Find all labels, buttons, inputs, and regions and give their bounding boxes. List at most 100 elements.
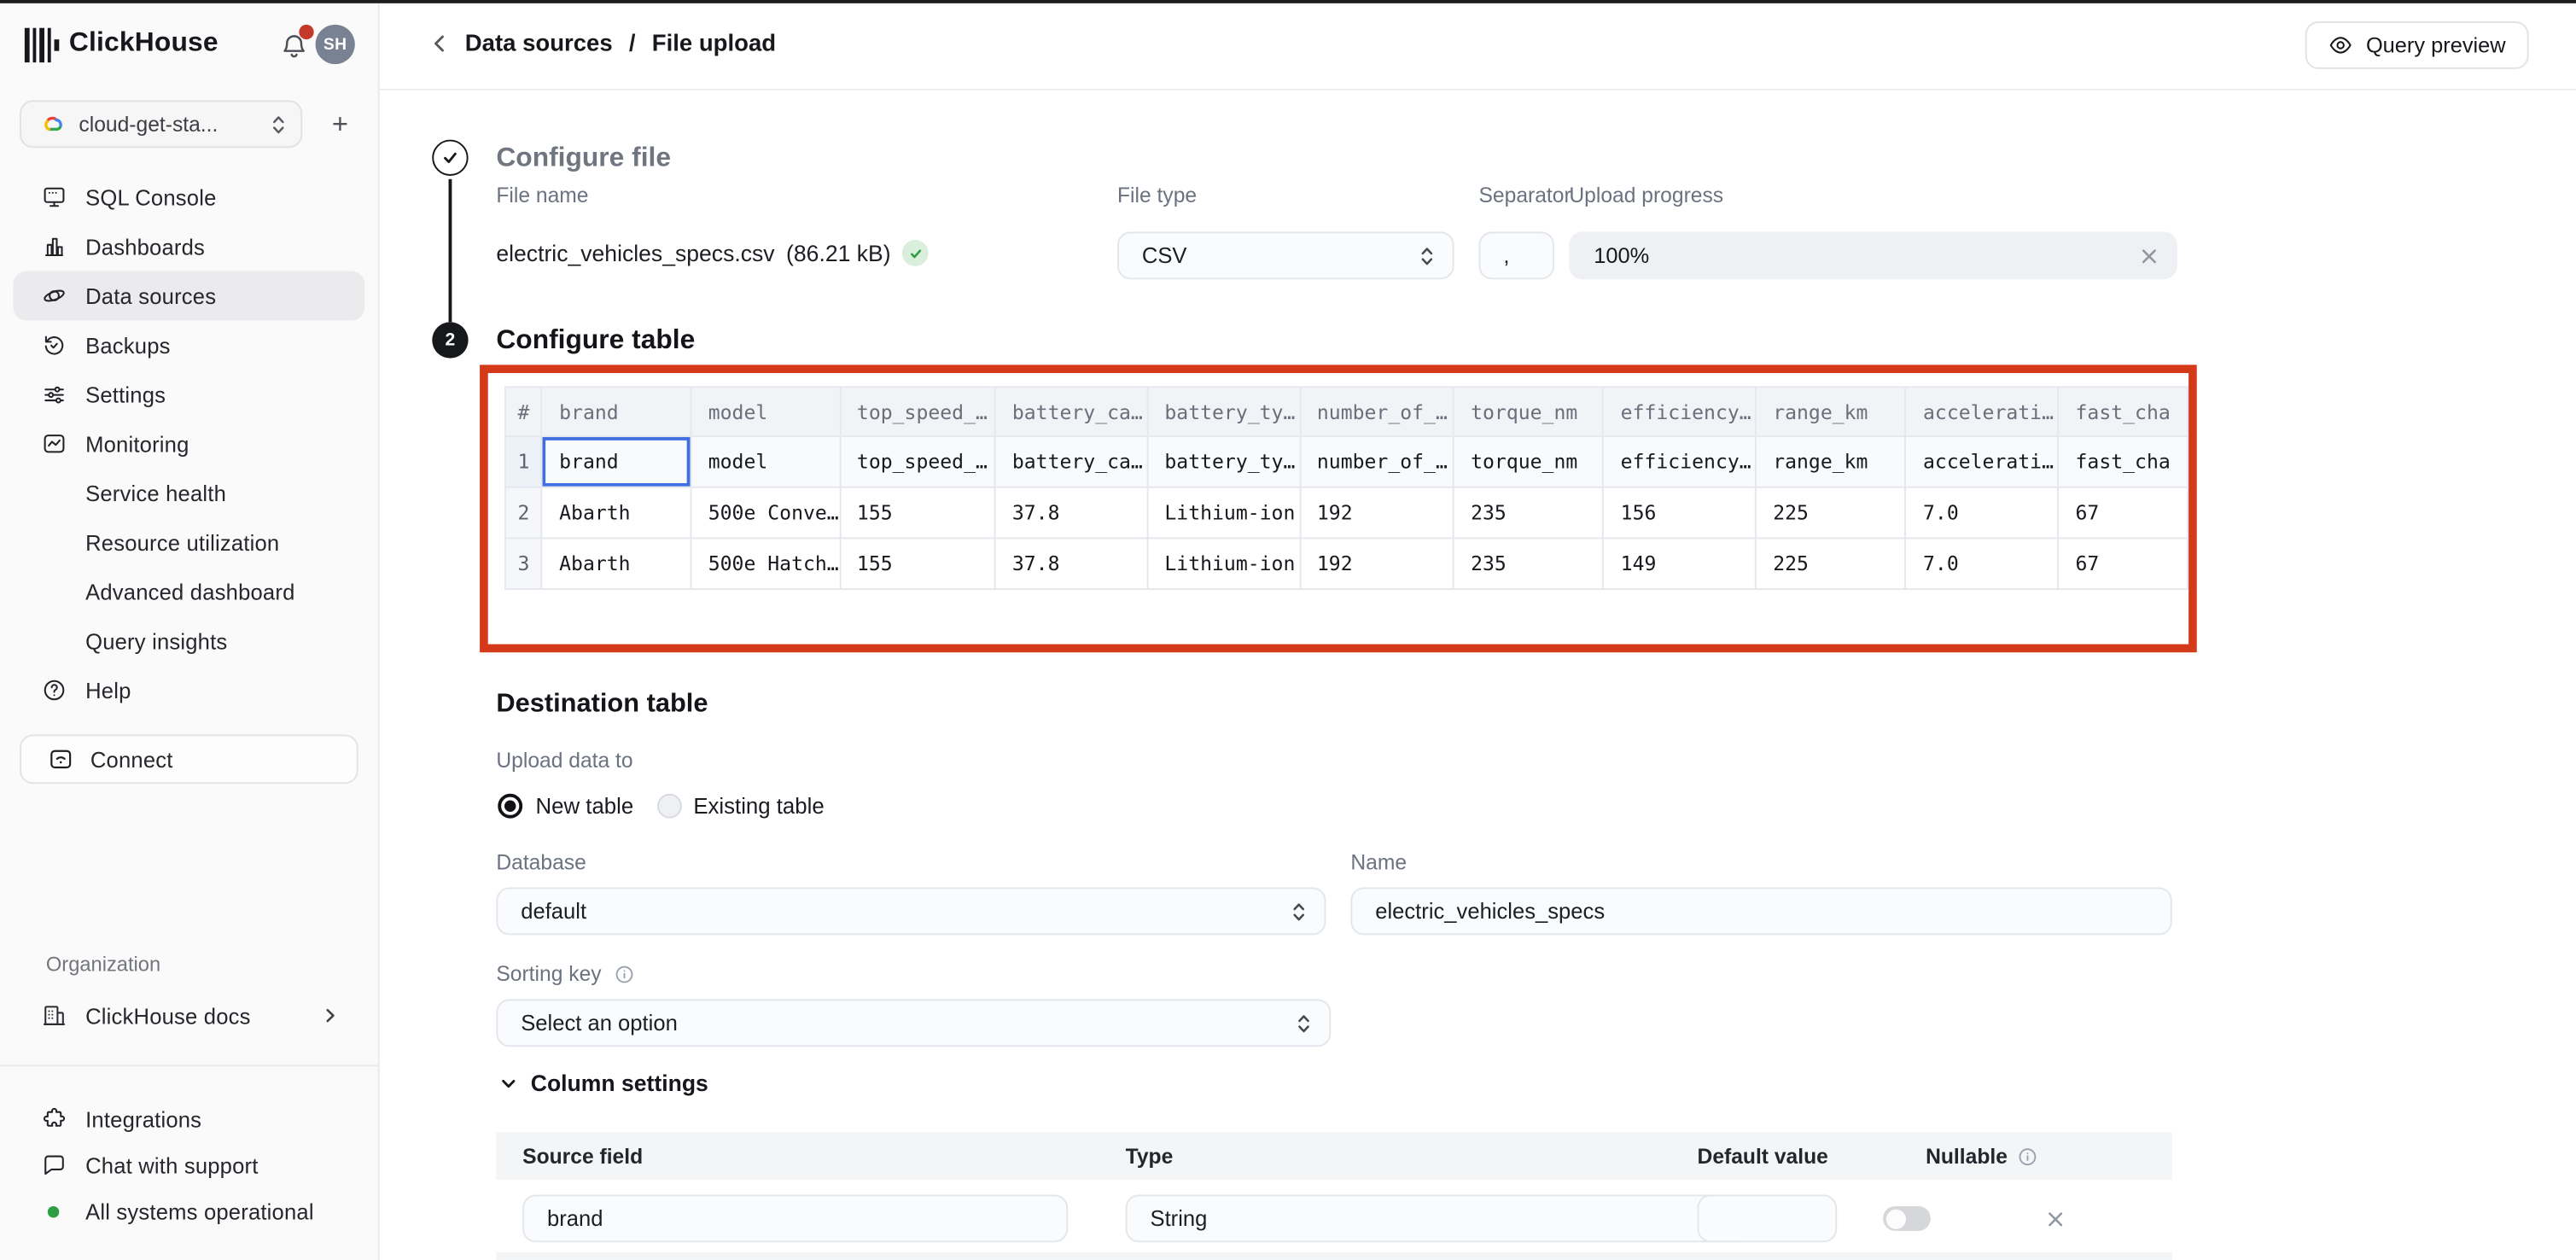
preview-cell[interactable]: range_km — [1756, 436, 1906, 487]
preview-cell[interactable]: 149 — [1603, 538, 1756, 589]
preview-cell[interactable]: 67 — [2058, 487, 2188, 539]
sorting-key-label-row: Sorting key — [496, 961, 634, 986]
preview-cell[interactable]: fast_cha — [2058, 436, 2188, 487]
file-type-select[interactable]: CSV — [1117, 231, 1454, 279]
preview-cell[interactable]: efficiency… — [1603, 436, 1756, 487]
connect-button[interactable]: Connect — [20, 734, 358, 784]
column-settings-toggle[interactable]: Column settings — [499, 1071, 708, 1096]
preview-cell[interactable]: 500e Conve… — [691, 487, 840, 539]
preview-cell[interactable]: accelerati… — [1906, 436, 2059, 487]
notification-dot — [299, 25, 313, 39]
sidebar-item-label: Advanced dashboard — [85, 580, 294, 604]
column-settings-label: Column settings — [531, 1071, 708, 1096]
table-name-value: electric_vehicles_specs — [1375, 899, 1605, 924]
sidebar-item-service-health[interactable]: Service health — [13, 469, 364, 518]
preview-column-header: efficiency… — [1603, 387, 1756, 436]
notifications-bell-icon[interactable] — [279, 32, 309, 61]
preview-cell[interactable]: 67 — [2058, 538, 2188, 589]
table-name-input[interactable]: electric_vehicles_specs — [1350, 888, 2171, 936]
column-settings-header-label: Source field — [522, 1144, 643, 1169]
preview-cell[interactable]: 37.8 — [995, 538, 1148, 589]
sidebar-item-chat-with-support[interactable]: Chat with support — [13, 1142, 364, 1188]
sidebar-item-dashboards[interactable]: Dashboards — [13, 222, 364, 271]
docs-label: ClickHouse docs — [85, 1003, 251, 1028]
sidebar-item-sql-console[interactable]: SQL Console — [13, 172, 364, 222]
preview-cell[interactable]: 192 — [1300, 538, 1454, 589]
preview-cell[interactable]: 7.0 — [1906, 538, 2059, 589]
eye-icon — [2328, 33, 2353, 58]
nav-icon-spacer — [39, 479, 67, 507]
preview-cell[interactable]: torque_nm — [1454, 436, 1604, 487]
help-icon — [39, 676, 67, 704]
breadcrumb-separator: / — [629, 32, 636, 58]
source-field-input[interactable]: brand — [522, 1194, 1068, 1242]
sidebar-item-help[interactable]: Help — [13, 666, 364, 715]
type-select[interactable]: String — [1126, 1194, 1751, 1242]
preview-cell[interactable]: 155 — [840, 487, 995, 539]
sidebar-item-all-systems-operational[interactable]: All systems operational — [13, 1188, 364, 1234]
service-name: cloud-get-sta... — [79, 112, 218, 137]
sorting-key-select[interactable]: Select an option — [496, 999, 1331, 1047]
preview-row-number: 2 — [505, 487, 542, 539]
preview-cell[interactable]: number_of_… — [1300, 436, 1454, 487]
add-service-button[interactable]: + — [318, 100, 361, 148]
preview-cell[interactable]: 500e Hatch… — [691, 538, 840, 589]
sidebar-item-backups[interactable]: Backups — [13, 320, 364, 370]
preview-cell[interactable]: 156 — [1603, 487, 1756, 539]
backups-icon — [39, 331, 67, 359]
sidebar-item-query-insights[interactable]: Query insights — [13, 616, 364, 666]
sidebar-item-label: All systems operational — [85, 1199, 314, 1223]
radio-existing-table[interactable] — [657, 794, 682, 819]
sidebar-item-advanced-dashboard[interactable]: Advanced dashboard — [13, 567, 364, 616]
preview-cell[interactable]: 235 — [1454, 487, 1604, 539]
preview-cell[interactable]: battery_ca… — [995, 436, 1148, 487]
breadcrumb-data-sources[interactable]: Data sources — [465, 32, 613, 58]
page-header: Data sources / File upload Query preview — [380, 0, 2576, 90]
preview-cell[interactable]: model — [691, 436, 840, 487]
default-value-input[interactable] — [1698, 1194, 1838, 1242]
preview-cell[interactable]: 155 — [840, 538, 995, 589]
preview-cell[interactable]: 192 — [1300, 487, 1454, 539]
avatar[interactable]: SH — [316, 25, 355, 64]
column-settings-header-label: Nullable — [1926, 1144, 2008, 1169]
back-chevron-icon[interactable] — [428, 32, 452, 58]
preview-cell[interactable]: Lithium-ion — [1147, 487, 1300, 539]
separator-input[interactable]: , — [1479, 231, 1555, 279]
preview-cell-focused[interactable]: brand — [542, 436, 691, 487]
step-2-indicator: 2 — [432, 322, 468, 358]
preview-cell[interactable]: battery_ty… — [1147, 436, 1300, 487]
query-preview-button[interactable]: Query preview — [2305, 21, 2529, 69]
preview-column-header: accelerati… — [1906, 387, 2059, 436]
sidebar-item-resource-utilization[interactable]: Resource utilization — [13, 517, 364, 567]
sidebar-item-integrations[interactable]: Integrations — [13, 1096, 364, 1142]
preview-cell[interactable]: 7.0 — [1906, 487, 2059, 539]
preview-cell[interactable]: 37.8 — [995, 487, 1148, 539]
sidebar-item-settings[interactable]: Settings — [13, 370, 364, 419]
sidebar-item-monitoring[interactable]: Monitoring — [13, 419, 364, 469]
service-selector[interactable]: cloud-get-sta... — [20, 100, 302, 148]
preview-cell[interactable]: 225 — [1756, 487, 1906, 539]
cancel-upload-icon[interactable] — [2139, 246, 2159, 265]
sidebar-item-data-sources[interactable]: Data sources — [13, 271, 364, 321]
preview-cell[interactable]: Lithium-ion — [1147, 538, 1300, 589]
sidebar-nav: SQL ConsoleDashboardsData sourcesBackups… — [13, 172, 364, 715]
upload-progress-value: 100% — [1594, 243, 1649, 268]
remove-column-icon[interactable] — [2046, 1210, 2066, 1229]
nullable-toggle[interactable] — [1883, 1206, 1931, 1231]
column-settings-header-cell: Type — [1099, 1144, 1671, 1169]
preview-cell[interactable]: Abarth — [542, 538, 691, 589]
preview-cell[interactable]: 235 — [1454, 538, 1604, 589]
sorting-key-label: Sorting key — [496, 961, 601, 986]
nav-icon-spacer — [39, 578, 67, 606]
preview-cell[interactable]: top_speed_… — [840, 436, 995, 487]
destination-table-title: Destination table — [496, 691, 708, 720]
preview-cell[interactable]: 225 — [1756, 538, 1906, 589]
chevron-updown-icon — [1297, 1012, 1311, 1035]
radio-new-table[interactable] — [498, 794, 522, 819]
preview-cell[interactable]: Abarth — [542, 487, 691, 539]
database-select[interactable]: default — [496, 888, 1326, 936]
preview-column-header: # — [505, 387, 542, 436]
separator-value: , — [1503, 243, 1509, 268]
sidebar-item-clickhouse-docs[interactable]: ClickHouse docs — [13, 991, 364, 1041]
service-row: cloud-get-sta... + — [0, 100, 378, 149]
